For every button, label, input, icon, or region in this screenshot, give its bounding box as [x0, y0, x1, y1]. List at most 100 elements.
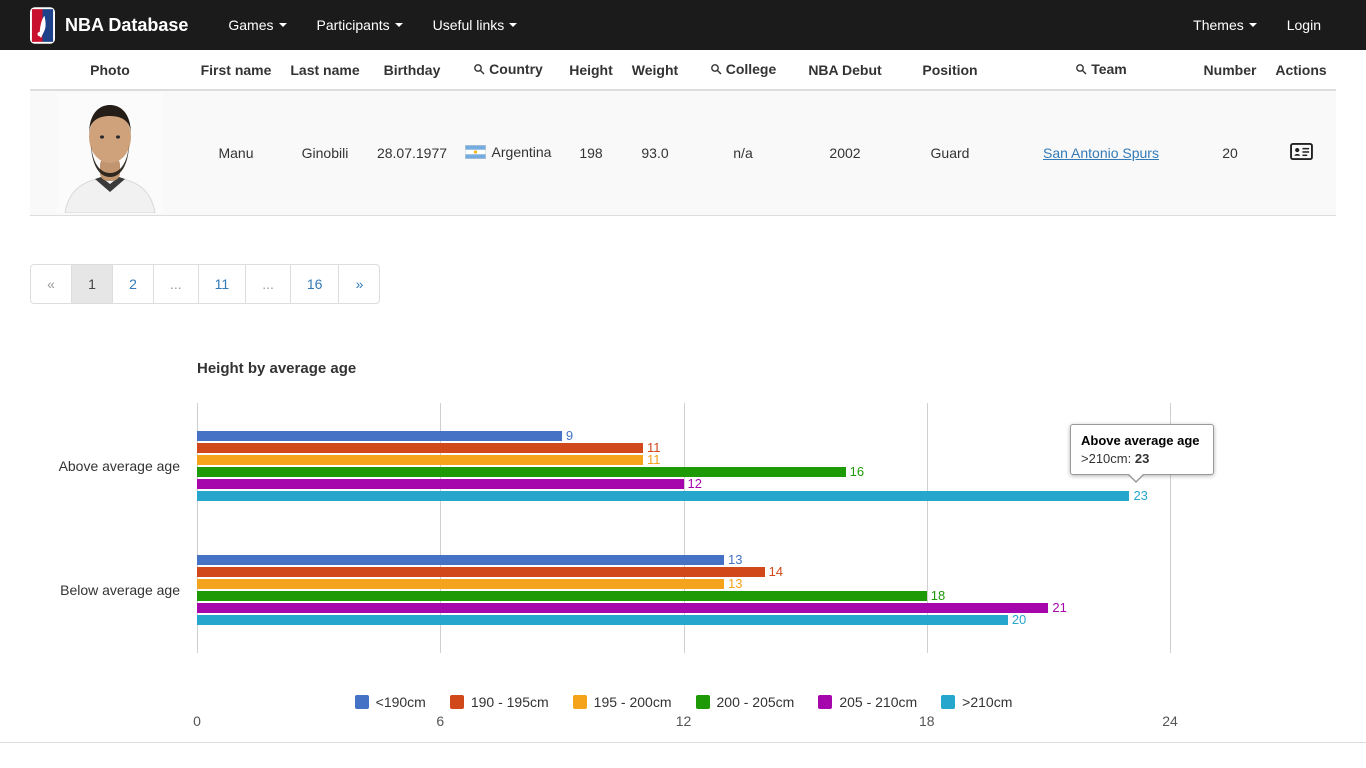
- caret-down-icon: [279, 23, 287, 27]
- bar-below-average-age-210cm[interactable]: [197, 615, 1008, 625]
- column-label: Team: [1091, 61, 1127, 77]
- cell-weight: 93.0: [622, 90, 688, 215]
- bar-below-average-age-190cm[interactable]: [197, 555, 724, 565]
- bottom-divider: [0, 742, 1366, 743]
- column-header-country[interactable]: Country: [456, 50, 560, 90]
- search-icon: [710, 62, 722, 78]
- cell-first-name: Manu: [190, 90, 282, 215]
- column-header-birthday[interactable]: Birthday: [368, 50, 456, 90]
- bar-below-average-age-200-205cm[interactable]: [197, 591, 927, 601]
- bar-below-average-age-205-210cm[interactable]: [197, 603, 1048, 613]
- chart-x-axis: 06121824: [197, 713, 1170, 733]
- legend-item-195-200cm: 195 - 200cm: [573, 694, 672, 710]
- nav-games[interactable]: Games: [213, 0, 301, 50]
- legend-label: 205 - 210cm: [839, 694, 917, 710]
- bar-above-average-age-190-195cm[interactable]: [197, 443, 643, 453]
- bar-value-label: 18: [931, 589, 945, 603]
- cell-college: n/a: [688, 90, 798, 215]
- nav-useful-links-label: Useful links: [433, 17, 505, 33]
- page-16-link[interactable]: 16: [290, 264, 340, 304]
- page-11-link[interactable]: 11: [198, 264, 247, 304]
- players-table: Photo First name Last name Birthday Coun…: [30, 50, 1336, 216]
- chart-title: Height by average age: [197, 360, 356, 377]
- legend-swatch-icon: [450, 695, 464, 709]
- column-header-position[interactable]: Position: [892, 50, 1008, 90]
- page-2-link[interactable]: 2: [112, 264, 154, 304]
- x-axis-tick-label: 0: [193, 713, 201, 729]
- column-label: First name: [201, 62, 272, 78]
- page-1-link[interactable]: 1: [71, 264, 113, 304]
- column-header-nba-debut[interactable]: NBA Debut: [798, 50, 892, 90]
- chart-legend: <190cm 190 - 195cm 195 - 200cm 200 - 205cm 2…: [197, 694, 1170, 710]
- page-next-link[interactable]: »: [338, 264, 380, 304]
- bar-above-average-age-205-210cm[interactable]: [197, 479, 684, 489]
- bar-above-average-age-190cm[interactable]: [197, 431, 562, 441]
- caret-down-icon: [1249, 23, 1257, 27]
- page-ellipsis-label: ...: [245, 264, 291, 304]
- legend-swatch-icon: [696, 695, 710, 709]
- bar-value-label: 12: [688, 477, 702, 491]
- column-label: Weight: [632, 62, 678, 78]
- nav-participants-label: Participants: [317, 17, 390, 33]
- legend-label: 200 - 205cm: [717, 694, 795, 710]
- bar-above-average-age-195-200cm[interactable]: [197, 455, 643, 465]
- legend-label: <190cm: [376, 694, 426, 710]
- column-label: Number: [1204, 62, 1257, 78]
- page-ellipsis: ...: [154, 264, 199, 304]
- bar-above-average-age-200-205cm[interactable]: [197, 467, 846, 477]
- chart-plot-area: Above average age91111161223Below averag…: [197, 403, 1170, 653]
- caret-down-icon: [395, 23, 403, 27]
- page-ellipsis: ...: [246, 264, 291, 304]
- bar-above-average-age-210cm[interactable]: [197, 491, 1129, 501]
- x-axis-tick-label: 18: [919, 713, 935, 729]
- cell-position: Guard: [892, 90, 1008, 215]
- column-header-team[interactable]: Team: [1008, 50, 1194, 90]
- legend-item-190cm: <190cm: [355, 694, 426, 710]
- cell-nba-debut: 2002: [798, 90, 892, 215]
- bar-below-average-age-195-200cm[interactable]: [197, 579, 724, 589]
- column-header-weight[interactable]: Weight: [622, 50, 688, 90]
- tooltip-series-label: >210cm:: [1081, 451, 1131, 466]
- legend-item-190-195cm: 190 - 195cm: [450, 694, 549, 710]
- column-header-last-name[interactable]: Last name: [282, 50, 368, 90]
- x-axis-tick-label: 24: [1162, 713, 1178, 729]
- caret-down-icon: [509, 23, 517, 27]
- page-16: 16: [291, 264, 340, 304]
- nav-login[interactable]: Login: [1272, 0, 1336, 50]
- cell-number: 20: [1194, 90, 1266, 215]
- player-card-icon[interactable]: [1290, 142, 1313, 164]
- height-by-age-chart: Height by average age Above average age9…: [0, 348, 1366, 742]
- team-link[interactable]: San Antonio Spurs: [1043, 145, 1159, 161]
- nav-login-label: Login: [1287, 17, 1321, 33]
- bar-below-average-age-190-195cm[interactable]: [197, 567, 765, 577]
- search-icon: [1075, 62, 1087, 78]
- cell-height-highlighted: 198: [560, 90, 622, 215]
- nav-themes-label: Themes: [1193, 17, 1244, 33]
- column-header-height[interactable]: Height: [560, 50, 622, 90]
- column-header-number[interactable]: Number: [1194, 50, 1266, 90]
- bar-value-label: 13: [728, 553, 742, 567]
- cell-last-name: Ginobili: [282, 90, 368, 215]
- page-next: »: [339, 264, 380, 304]
- column-label: Photo: [90, 62, 130, 78]
- brand-link[interactable]: NBA Database: [30, 0, 188, 50]
- column-header-college[interactable]: College: [688, 50, 798, 90]
- cell-actions: [1266, 90, 1336, 215]
- page-prev-link[interactable]: «: [30, 264, 72, 304]
- brand-title: NBA Database: [65, 15, 188, 36]
- bar-value-label: 23: [1133, 489, 1147, 503]
- navbar-right: Themes Login: [1178, 0, 1336, 50]
- bar-value-label: 11: [647, 453, 661, 467]
- bar-value-label: 13: [728, 577, 742, 591]
- tooltip-title: Above average age: [1081, 433, 1203, 448]
- nav-useful-links[interactable]: Useful links: [418, 0, 533, 50]
- table-header-row: Photo First name Last name Birthday Coun…: [30, 50, 1336, 90]
- column-label: Birthday: [384, 62, 441, 78]
- column-label: Actions: [1275, 62, 1326, 78]
- nav-participants[interactable]: Participants: [302, 0, 418, 50]
- y-category-label-below-average-age: Below average age: [0, 583, 180, 598]
- column-header-first-name[interactable]: First name: [190, 50, 282, 90]
- legend-label: 190 - 195cm: [471, 694, 549, 710]
- nav-themes[interactable]: Themes: [1178, 0, 1272, 50]
- column-header-photo[interactable]: Photo: [30, 50, 190, 90]
